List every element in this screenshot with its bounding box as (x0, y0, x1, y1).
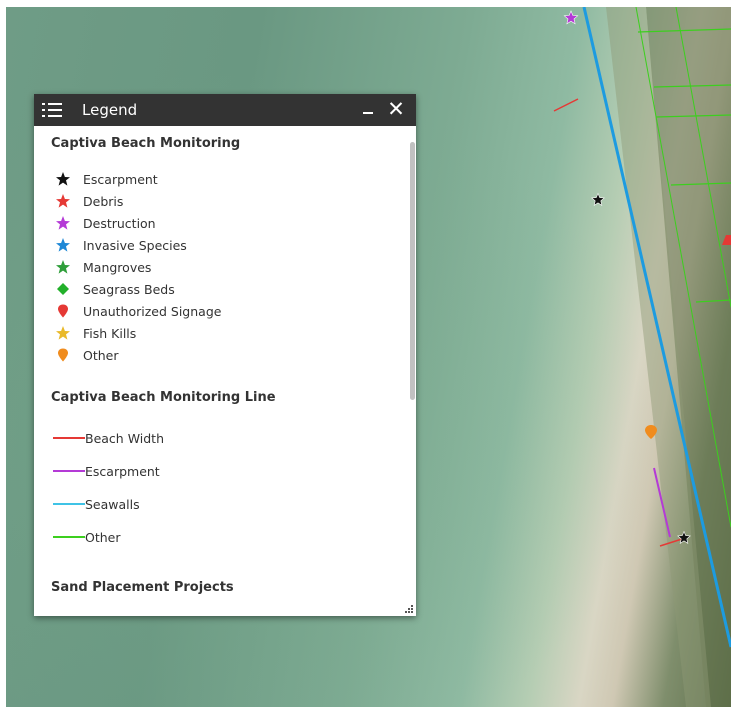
resize-grip-icon[interactable] (405, 605, 413, 613)
legend-panel: Legend ✕ Captiva Beach Monitoring Escarp… (34, 94, 416, 616)
legend-item-label: Other (85, 529, 121, 545)
line-symbol-icon (53, 503, 85, 505)
star-icon (56, 326, 70, 340)
legend-item-other-line: Other (51, 528, 121, 546)
legend-item-label: Seagrass Beds (83, 281, 175, 297)
minimize-button[interactable] (360, 97, 376, 121)
legend-item-escarpment-line: Escarpment (51, 462, 160, 480)
beach-width-line (553, 98, 579, 112)
legend-item-escarpment: Escarpment (55, 170, 158, 188)
legend-scrollbar-thumb[interactable] (410, 142, 415, 400)
legend-item-label: Other (83, 347, 119, 363)
legend-item-label: Seawalls (85, 496, 140, 512)
legend-content[interactable]: Captiva Beach Monitoring Escarpment Debr… (34, 126, 416, 616)
legend-header[interactable]: Legend ✕ (34, 94, 416, 126)
legend-item-label: Beach Width (85, 430, 165, 446)
line-symbol-icon (53, 470, 85, 472)
pin-icon (58, 304, 68, 318)
line-symbol-icon (53, 536, 85, 538)
diamond-icon (57, 283, 69, 295)
pin-icon (58, 348, 68, 362)
legend-item-label: Escarpment (85, 463, 160, 479)
legend-item-label: Mangroves (83, 259, 152, 275)
legend-item-seagrass-beds: Seagrass Beds (55, 280, 175, 298)
section-title-sand-placement: Sand Placement Projects (51, 580, 234, 595)
legend-item-label: Destruction (83, 215, 156, 231)
line-symbol-icon (53, 437, 85, 439)
star-icon (56, 172, 70, 186)
legend-item-debris: Debris (55, 192, 123, 210)
legend-item-destruction: Destruction (55, 214, 156, 232)
star-icon (56, 194, 70, 208)
legend-item-invasive-species: Invasive Species (55, 236, 187, 254)
close-button[interactable]: ✕ (386, 94, 406, 124)
list-icon (42, 101, 62, 119)
legend-item-label: Escarpment (83, 171, 158, 187)
legend-item-label: Unauthorized Signage (83, 303, 222, 319)
legend-item-mangroves: Mangroves (55, 258, 151, 276)
legend-item-label: Fish Kills (83, 325, 137, 341)
legend-item-other: Other (55, 346, 119, 364)
legend-title: Legend (82, 101, 138, 119)
star-icon (56, 216, 70, 230)
section-title-beach-monitoring: Captiva Beach Monitoring (51, 136, 241, 151)
legend-item-label: Invasive Species (83, 237, 187, 253)
escarpment-marker (591, 192, 605, 206)
section-title-beach-monitoring-line: Captiva Beach Monitoring Line (51, 390, 276, 405)
legend-item-seawalls: Seawalls (51, 495, 140, 513)
legend-item-unauthorized-signage: Unauthorized Signage (55, 302, 221, 320)
legend-item-fish-kills: Fish Kills (55, 324, 136, 342)
legend-item-beach-width: Beach Width (51, 429, 164, 447)
star-icon (56, 260, 70, 274)
star-icon (56, 238, 70, 252)
destruction-marker (563, 10, 579, 25)
legend-item-label: Debris (83, 193, 124, 209)
